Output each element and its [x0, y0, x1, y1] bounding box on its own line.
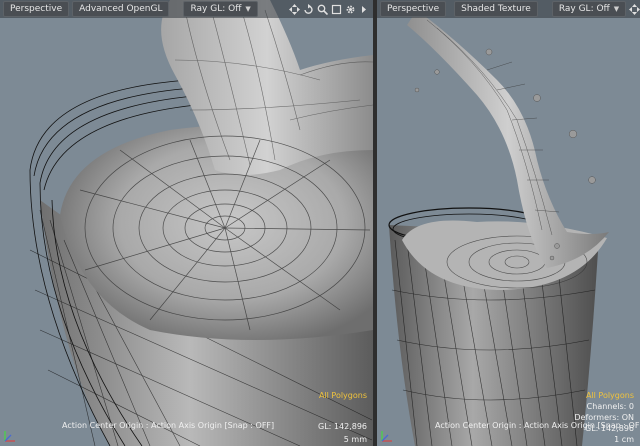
settings-gear-icon[interactable]: [344, 3, 356, 15]
left-viewport-header: Perspective Advanced OpenGL Ray GL: Off ▼: [0, 0, 373, 18]
left-ray-gl-label: Ray GL: Off: [190, 4, 242, 14]
move-view-icon[interactable]: [288, 3, 300, 15]
zoom-view-icon[interactable]: [316, 3, 328, 15]
right-shading-dropdown[interactable]: Shaded Texture: [454, 1, 538, 17]
left-viewport-info: All Polygons GL: 142,896 5 mm: [318, 390, 367, 445]
move-view-icon[interactable]: [628, 3, 640, 15]
left-view-mode-dropdown[interactable]: Perspective: [3, 1, 70, 17]
right-shading-label: Shaded Texture: [461, 4, 531, 14]
right-viewport-info: All Polygons Channels: 0 Deformers: ON G…: [574, 390, 634, 445]
right-viewport[interactable]: Perspective Shaded Texture Ray GL: Off ▼ …: [377, 0, 640, 446]
right-selection-mode: All Polygons: [585, 391, 634, 400]
right-ray-gl-label: Ray GL: Off: [558, 4, 610, 14]
axis-gizmo-icon: [381, 431, 392, 442]
left-viewport[interactable]: Perspective Advanced OpenGL Ray GL: Off ▼…: [0, 0, 373, 446]
left-shading-dropdown[interactable]: Advanced OpenGL: [72, 1, 170, 17]
left-view-mode-label: Perspective: [10, 4, 63, 14]
right-viewport-header: Perspective Shaded Texture Ray GL: Off ▼: [377, 0, 640, 18]
right-viewport-mesh[interactable]: [377, 0, 640, 446]
axis-gizmo-icon: [4, 431, 15, 442]
left-action-status: Action Center Origin : Action Axis Origi…: [62, 421, 275, 430]
left-selection-mode: All Polygons: [318, 391, 367, 400]
right-action-status: Action Center Origin : Action Axis Origi…: [435, 421, 640, 430]
maximize-icon[interactable]: [330, 3, 342, 15]
right-ray-gl-dropdown[interactable]: Ray GL: Off ▼: [551, 1, 627, 17]
left-viewport-mesh[interactable]: [0, 0, 373, 446]
left-grid-scale: 5 mm: [343, 435, 367, 444]
rotate-view-icon[interactable]: [302, 3, 314, 15]
expand-arrow-icon[interactable]: [358, 3, 370, 15]
left-gl-count: GL: 142,896: [318, 422, 367, 431]
left-shading-label: Advanced OpenGL: [79, 4, 163, 14]
right-view-mode-label: Perspective: [387, 4, 440, 14]
right-view-mode-dropdown[interactable]: Perspective: [380, 1, 447, 17]
right-grid-scale: 1 cm: [614, 435, 634, 444]
right-channels: Channels: 0: [586, 402, 634, 411]
left-ray-gl-dropdown[interactable]: Ray GL: Off ▼: [183, 1, 258, 17]
